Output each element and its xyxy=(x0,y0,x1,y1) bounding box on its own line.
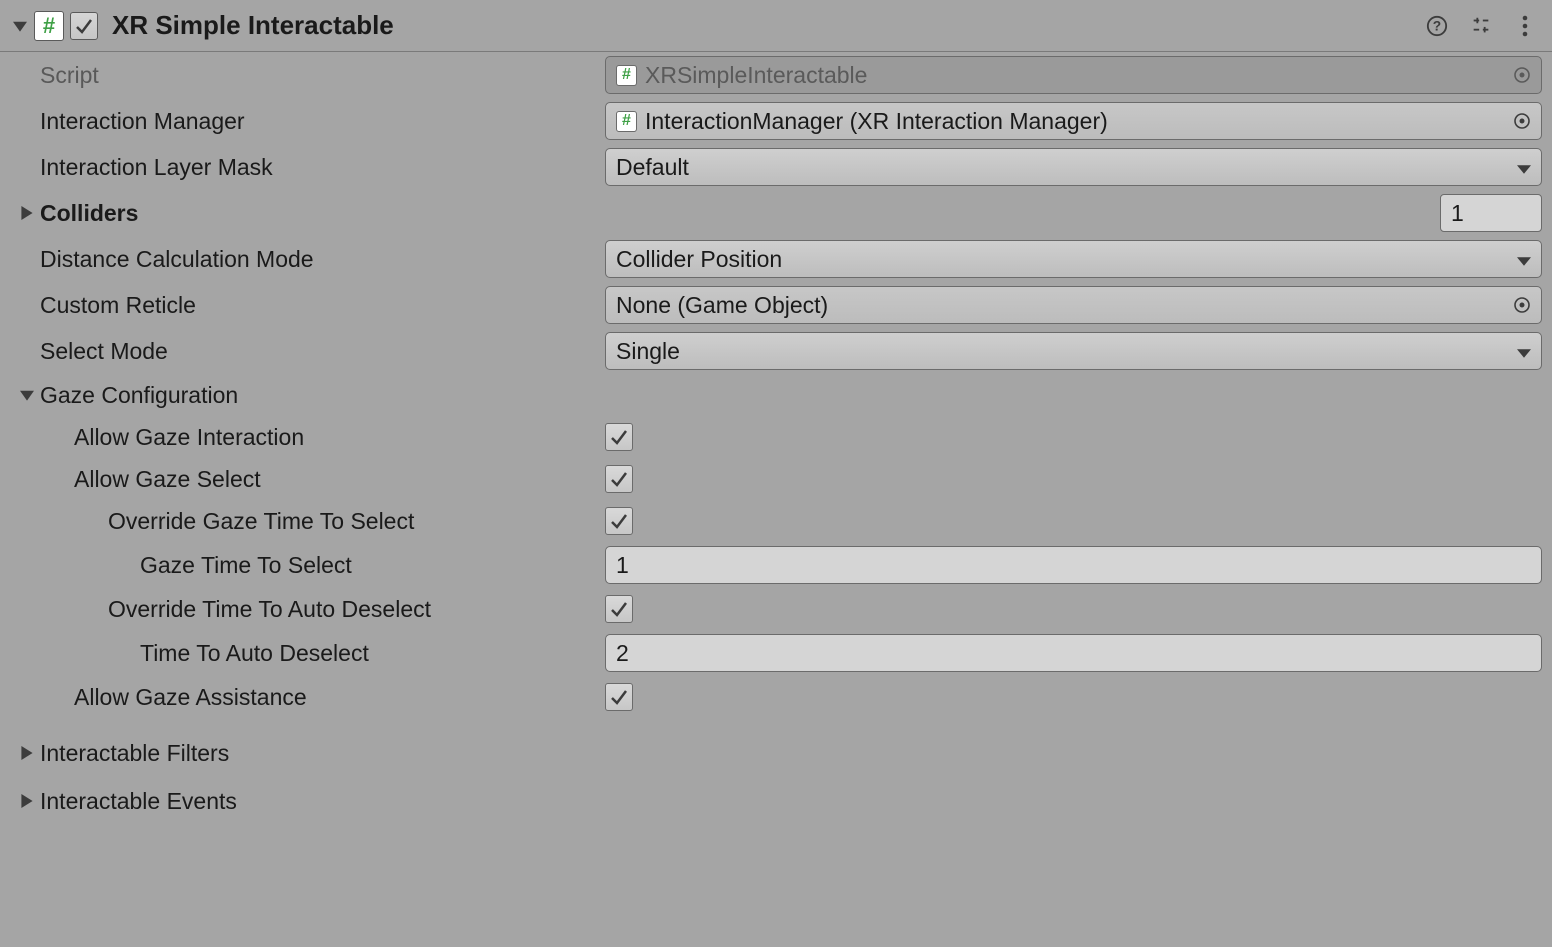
gaze-config-foldout-arrow[interactable] xyxy=(14,388,40,402)
chevron-down-icon xyxy=(1517,246,1531,273)
distance-calc-mode-label: Distance Calculation Mode xyxy=(40,246,314,273)
custom-reticle-label: Custom Reticle xyxy=(40,292,196,319)
select-mode-dropdown[interactable]: Single xyxy=(605,332,1542,370)
allow-gaze-interaction-checkbox[interactable] xyxy=(605,423,633,451)
row-gaze-time-to-select: Gaze Time To Select 1 xyxy=(0,542,1552,588)
interactable-events-foldout-arrow[interactable] xyxy=(14,794,40,808)
allow-gaze-interaction-label: Allow Gaze Interaction xyxy=(74,424,304,451)
distance-calc-mode-dropdown[interactable]: Collider Position xyxy=(605,240,1542,278)
script-object-field: # XRSimpleInteractable xyxy=(605,56,1542,94)
script-value: XRSimpleInteractable xyxy=(645,62,867,89)
header-icons: ? xyxy=(1424,13,1542,39)
chevron-down-icon xyxy=(1517,154,1531,181)
row-override-time-to-auto-deselect: Override Time To Auto Deselect xyxy=(0,588,1552,630)
colliders-size-input[interactable]: 1 xyxy=(1440,194,1542,232)
select-mode-label: Select Mode xyxy=(40,338,168,365)
override-gaze-time-to-select-label: Override Gaze Time To Select xyxy=(108,508,414,535)
colliders-label: Colliders xyxy=(40,200,138,227)
interactable-filters-foldout-arrow[interactable] xyxy=(14,746,40,760)
row-allow-gaze-interaction: Allow Gaze Interaction xyxy=(0,416,1552,458)
gaze-time-to-select-value: 1 xyxy=(616,552,629,579)
row-select-mode: Select Mode Single xyxy=(0,328,1552,374)
row-interactable-filters: Interactable Filters xyxy=(0,732,1552,774)
row-custom-reticle: Custom Reticle None (Game Object) xyxy=(0,282,1552,328)
component-enabled-checkbox[interactable] xyxy=(70,12,98,40)
override-time-to-auto-deselect-checkbox[interactable] xyxy=(605,595,633,623)
context-menu-icon[interactable] xyxy=(1512,13,1538,39)
allow-gaze-assistance-checkbox[interactable] xyxy=(605,683,633,711)
presets-icon[interactable] xyxy=(1468,13,1494,39)
component-header: # XR Simple Interactable ? xyxy=(0,4,1552,52)
gaze-time-to-select-label: Gaze Time To Select xyxy=(140,552,352,579)
interaction-manager-object-field[interactable]: # InteractionManager (XR Interaction Man… xyxy=(605,102,1542,140)
time-to-auto-deselect-input[interactable]: 2 xyxy=(605,634,1542,672)
svg-text:?: ? xyxy=(1433,18,1441,33)
object-picker-icon[interactable] xyxy=(1507,106,1537,136)
custom-reticle-value: None (Game Object) xyxy=(616,292,828,319)
time-to-auto-deselect-label: Time To Auto Deselect xyxy=(140,640,369,667)
interaction-layer-mask-label: Interaction Layer Mask xyxy=(40,154,273,181)
override-time-to-auto-deselect-label: Override Time To Auto Deselect xyxy=(108,596,431,623)
colliders-foldout-arrow[interactable] xyxy=(14,206,40,220)
row-script: Script # XRSimpleInteractable xyxy=(0,52,1552,98)
script-icon: # xyxy=(34,11,64,41)
row-allow-gaze-select: Allow Gaze Select xyxy=(0,458,1552,500)
script-hash-icon: # xyxy=(616,111,637,132)
allow-gaze-select-checkbox[interactable] xyxy=(605,465,633,493)
component-foldout-arrow[interactable] xyxy=(10,19,30,33)
interactable-events-label: Interactable Events xyxy=(40,788,237,815)
row-interaction-manager: Interaction Manager # InteractionManager… xyxy=(0,98,1552,144)
override-gaze-time-to-select-checkbox[interactable] xyxy=(605,507,633,535)
gaze-time-to-select-input[interactable]: 1 xyxy=(605,546,1542,584)
allow-gaze-assistance-label: Allow Gaze Assistance xyxy=(74,684,307,711)
inspector-component: # XR Simple Interactable ? Script # XRSi… xyxy=(0,0,1552,832)
help-icon[interactable]: ? xyxy=(1424,13,1450,39)
component-title: XR Simple Interactable xyxy=(112,10,1424,41)
hash-symbol: # xyxy=(43,15,55,37)
custom-reticle-object-field[interactable]: None (Game Object) xyxy=(605,286,1542,324)
distance-calc-mode-value: Collider Position xyxy=(616,246,782,273)
interactable-filters-label: Interactable Filters xyxy=(40,740,229,767)
row-time-to-auto-deselect: Time To Auto Deselect 2 xyxy=(0,630,1552,676)
row-allow-gaze-assistance: Allow Gaze Assistance xyxy=(0,676,1552,718)
chevron-down-icon xyxy=(1517,338,1531,365)
row-distance-calc-mode: Distance Calculation Mode Collider Posit… xyxy=(0,236,1552,282)
time-to-auto-deselect-value: 2 xyxy=(616,640,629,667)
select-mode-value: Single xyxy=(616,338,680,365)
row-colliders: Colliders 1 xyxy=(0,190,1552,236)
interaction-layer-mask-dropdown[interactable]: Default xyxy=(605,148,1542,186)
object-picker-icon xyxy=(1507,60,1537,90)
row-interaction-layer-mask: Interaction Layer Mask Default xyxy=(0,144,1552,190)
script-hash-icon: # xyxy=(616,65,637,86)
interaction-manager-value: InteractionManager (XR Interaction Manag… xyxy=(645,108,1108,135)
row-interactable-events: Interactable Events xyxy=(0,780,1552,822)
allow-gaze-select-label: Allow Gaze Select xyxy=(74,466,261,493)
object-picker-icon[interactable] xyxy=(1507,290,1537,320)
script-label: Script xyxy=(40,62,99,89)
colliders-count: 1 xyxy=(1451,200,1464,227)
row-override-gaze-time-to-select: Override Gaze Time To Select xyxy=(0,500,1552,542)
interaction-manager-label: Interaction Manager xyxy=(40,108,245,135)
gaze-config-label: Gaze Configuration xyxy=(40,382,238,409)
interaction-layer-mask-value: Default xyxy=(616,154,689,181)
row-gaze-config: Gaze Configuration xyxy=(0,374,1552,416)
